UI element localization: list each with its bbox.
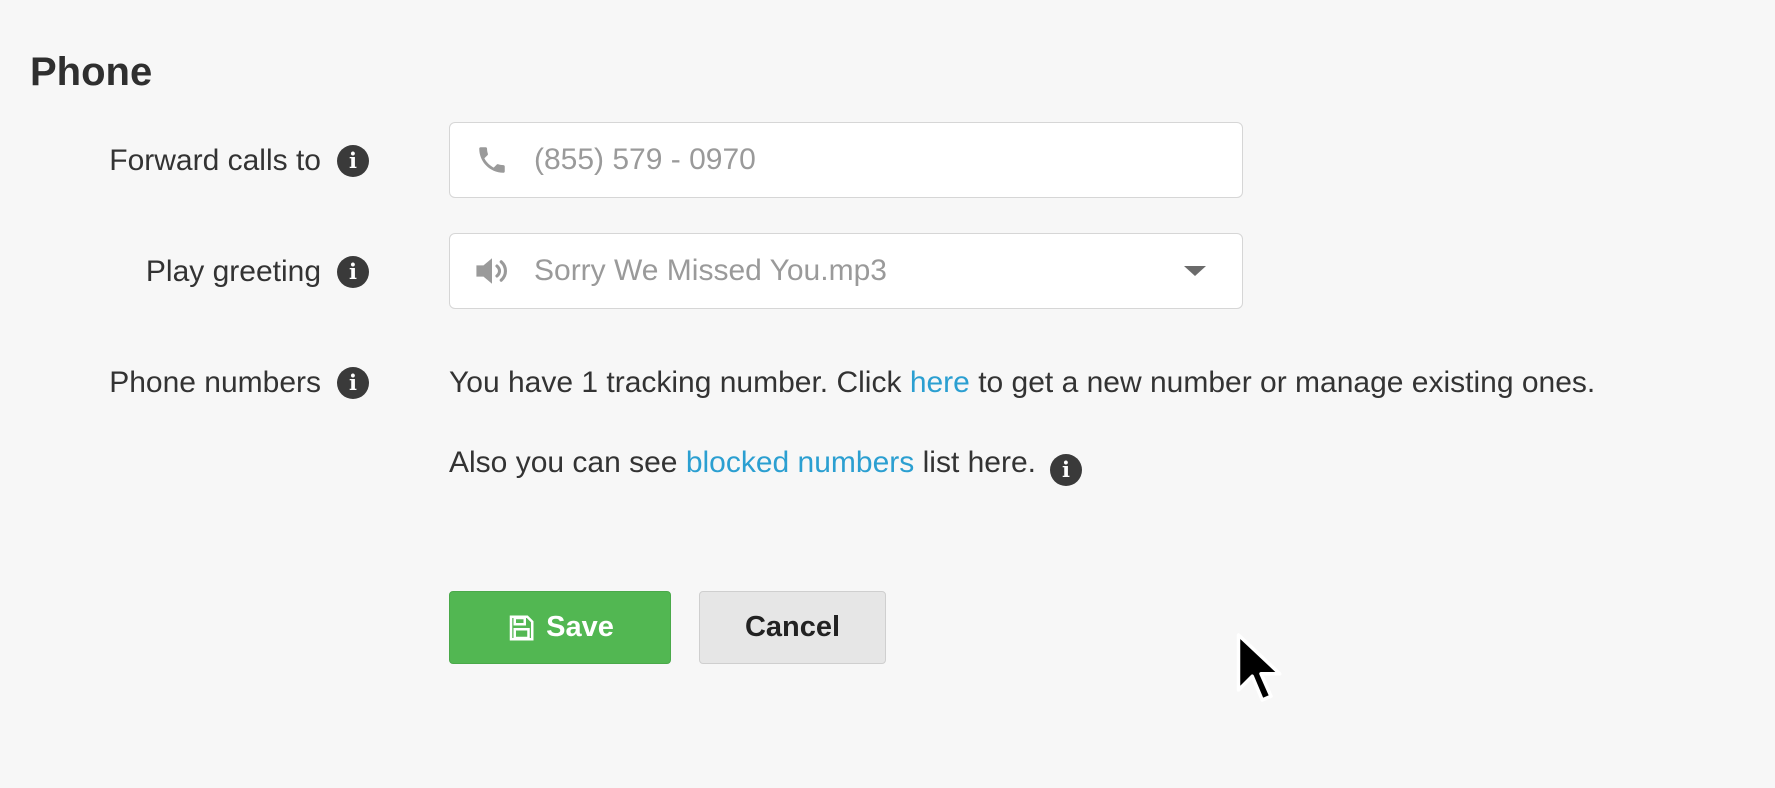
chevron-down-icon[interactable] bbox=[1184, 266, 1206, 276]
save-button[interactable]: Save bbox=[449, 591, 671, 664]
section-title: Phone bbox=[30, 50, 153, 94]
info-icon[interactable]: i bbox=[337, 145, 369, 177]
mouse-pointer-icon bbox=[1236, 633, 1282, 702]
blocked-numbers-link[interactable]: blocked numbers bbox=[686, 446, 914, 479]
blocked-numbers-text: Also you can see blocked numbers list he… bbox=[449, 441, 1082, 486]
blocked-text-suffix: list here. bbox=[914, 446, 1036, 479]
forward-calls-label: Forward calls to bbox=[109, 144, 321, 177]
manage-numbers-link[interactable]: here bbox=[910, 366, 970, 399]
forward-calls-label-group: Forward calls to i bbox=[109, 122, 369, 200]
speaker-icon bbox=[450, 254, 534, 288]
play-greeting-label: Play greeting bbox=[145, 255, 321, 288]
info-icon[interactable]: i bbox=[1050, 454, 1082, 486]
play-greeting-label-group: Play greeting i bbox=[146, 233, 369, 311]
cancel-label: Cancel bbox=[744, 611, 841, 643]
phone-settings-page: Phone Forward calls to i Play greeting i bbox=[0, 0, 1775, 788]
phone-icon bbox=[450, 143, 534, 177]
forward-calls-field[interactable] bbox=[449, 122, 1243, 198]
info-icon[interactable]: i bbox=[337, 367, 369, 399]
cancel-button[interactable]: Cancel bbox=[699, 591, 886, 664]
tracking-text-prefix: You have 1 tracking number. Click bbox=[449, 366, 910, 399]
info-icon[interactable]: i bbox=[337, 256, 369, 288]
phone-numbers-label: Phone numbers bbox=[109, 366, 321, 399]
forward-calls-row: Forward calls to i bbox=[0, 122, 1775, 200]
save-label: Save bbox=[546, 611, 614, 643]
forward-calls-input[interactable] bbox=[534, 143, 1242, 177]
tracking-number-text: You have 1 tracking number. Click here t… bbox=[449, 361, 1595, 405]
greeting-selected-value: Sorry We Missed You.mp3 bbox=[534, 254, 887, 287]
phone-numbers-label-group: Phone numbers i bbox=[109, 344, 369, 422]
floppy-disk-icon bbox=[509, 615, 534, 640]
tracking-text-suffix: to get a new number or manage existing o… bbox=[969, 366, 1596, 399]
play-greeting-row: Play greeting i Sorry We Missed You.mp3 bbox=[0, 233, 1775, 311]
blocked-text-prefix: Also you can see bbox=[449, 446, 686, 479]
greeting-select[interactable]: Sorry We Missed You.mp3 bbox=[449, 233, 1243, 309]
